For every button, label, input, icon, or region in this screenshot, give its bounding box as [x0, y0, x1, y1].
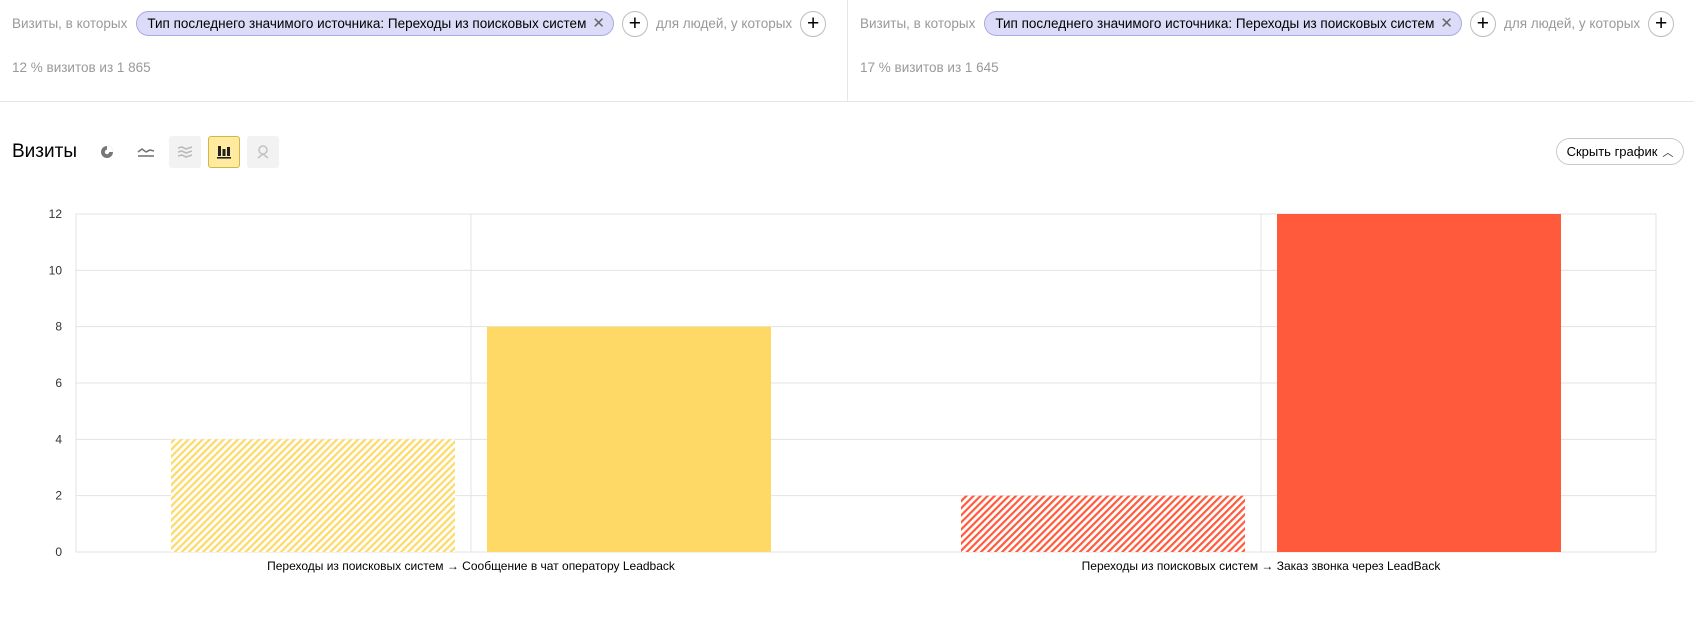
segment-stats: 12 % визитов из 1 865 [12, 60, 151, 75]
filter-chip[interactable]: Тип последнего значимого источника: Пере… [984, 11, 1462, 36]
map-pin-icon [257, 145, 269, 159]
bar-chart: 0 2 4 6 8 10 12 Переходы из поисковых систем → … [49, 207, 1657, 573]
y-tick-label: 6 [55, 376, 62, 390]
x-tick-label: Переходы из поисковых систем → Заказ зво… [1082, 559, 1442, 573]
add-user-condition-button[interactable]: + [800, 10, 827, 37]
filter-chip[interactable]: Тип последнего значимого источника: Пере… [136, 11, 614, 36]
column-chart-button[interactable] [208, 136, 240, 168]
column-chart-icon [217, 146, 231, 159]
add-user-condition-button[interactable]: + [1648, 10, 1675, 37]
bar [961, 495, 1245, 552]
chart-type-toolbar [91, 136, 286, 168]
segment-filter-row: Визиты, в которых Тип последнего значимо… [12, 10, 834, 37]
bar [171, 439, 455, 552]
segments-panel: Визиты, в которых Тип последнего значимо… [0, 0, 1694, 102]
close-icon[interactable]: ✕ [1440, 16, 1453, 31]
add-condition-button[interactable]: + [621, 10, 648, 37]
y-tick-label: 4 [55, 432, 62, 446]
close-icon[interactable]: ✕ [592, 16, 605, 31]
segment-suffix: для людей, у которых [1503, 16, 1641, 31]
y-tick-label: 0 [55, 545, 62, 559]
y-tick-label: 12 [49, 207, 63, 221]
line-chart-button[interactable] [130, 136, 162, 168]
segment-prefix: Визиты, в которых [12, 16, 128, 31]
segment-prefix: Визиты, в которых [860, 16, 976, 31]
pie-chart-icon [101, 146, 113, 158]
segment-right: Визиты, в которых Тип последнего значимо… [848, 0, 1694, 101]
line-chart-icon [137, 148, 155, 157]
segment-suffix: для людей, у которых [655, 16, 793, 31]
stacked-area-button[interactable] [169, 136, 201, 168]
hide-chart-label: Скрыть график [1566, 144, 1658, 159]
pie-chart-button[interactable] [91, 136, 123, 168]
bar [1277, 214, 1561, 552]
add-condition-button[interactable]: + [1469, 10, 1496, 37]
segment-filter-row: Визиты, в которых Тип последнего значимо… [860, 10, 1682, 37]
segment-left: Визиты, в которых Тип последнего значимо… [0, 0, 847, 101]
stacked-area-icon [177, 146, 193, 158]
map-button[interactable] [247, 136, 279, 168]
y-tick-label: 8 [55, 320, 62, 334]
filter-chip-label: Тип последнего значимого источника: Пере… [147, 16, 587, 31]
segment-stats: 17 % визитов из 1 645 [860, 60, 999, 75]
hide-chart-button[interactable]: Скрыть график ︿ [1556, 138, 1684, 165]
chevron-up-icon: ︿ [1662, 146, 1674, 159]
bar [487, 326, 771, 552]
filter-chip-label: Тип последнего значимого источника: Пере… [995, 16, 1435, 31]
chart-title: Визиты [12, 141, 77, 162]
y-tick-label: 10 [49, 263, 63, 277]
y-tick-label: 2 [55, 489, 62, 503]
x-tick-label: Переходы из поисковых систем → Сообщение… [267, 559, 676, 573]
